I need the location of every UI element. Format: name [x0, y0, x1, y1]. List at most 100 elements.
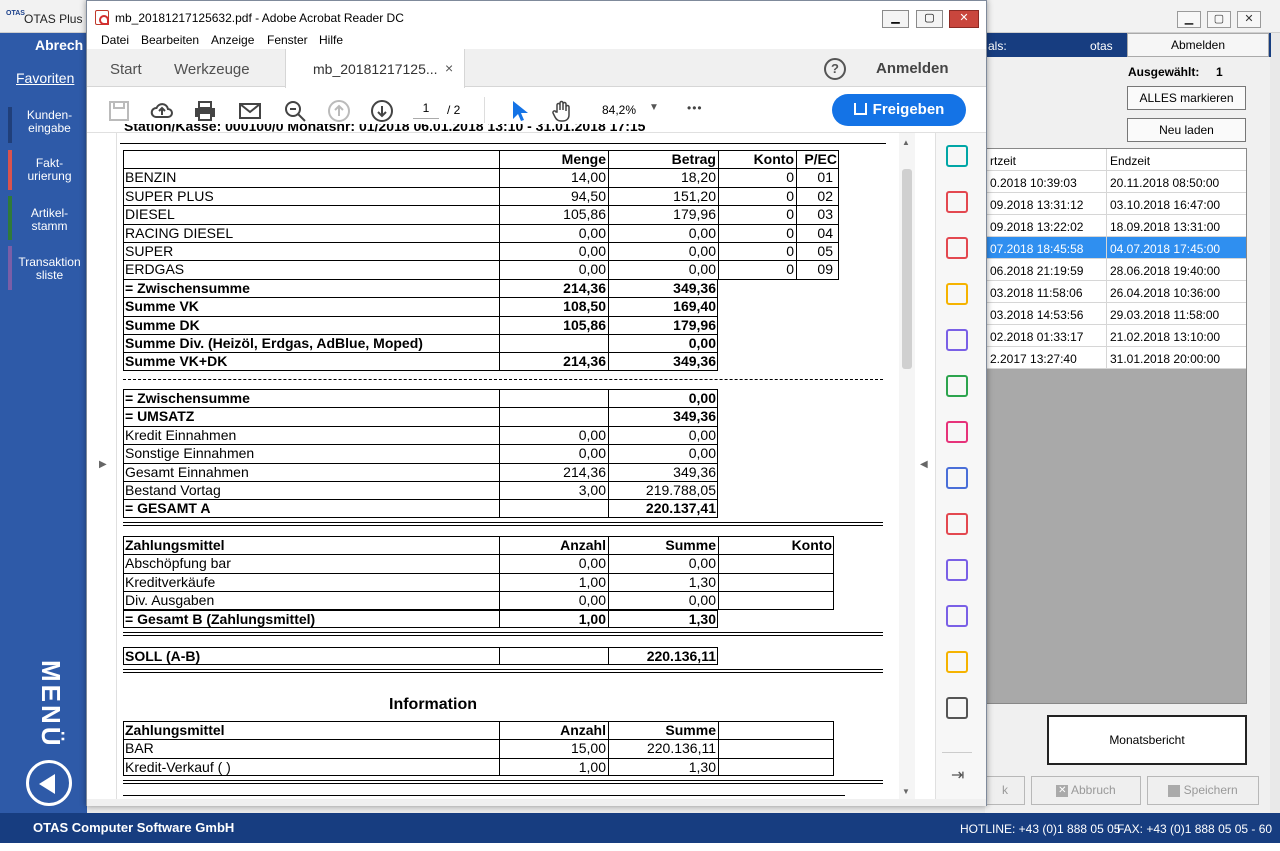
table-row[interactable]: 2.2017 13:27:40 31.01.2018 20:00:00	[986, 347, 1246, 369]
table-row[interactable]: 02.2018 01:33:17 21.02.2018 13:10:00	[986, 325, 1246, 347]
pdf-row-name: Div. Ausgaben	[125, 592, 215, 609]
acrobat-title: mb_20181217125632.pdf - Adobe Acrobat Re…	[115, 11, 404, 25]
send-comments-icon[interactable]	[946, 651, 968, 673]
pdf-row-betrag: 0,00	[688, 445, 716, 462]
otas-close-button[interactable]: ✕	[1237, 11, 1261, 28]
nav-artikelstamm[interactable]: Artikel-stamm	[8, 196, 87, 240]
fill-sign-icon[interactable]	[946, 605, 968, 627]
collapse-right-panel-icon[interactable]: ◀	[920, 459, 928, 470]
create-pdf-icon[interactable]	[946, 191, 968, 213]
table-header: rtzeit Endzeit	[986, 149, 1246, 171]
zoom-level[interactable]: 84,2%	[602, 103, 636, 117]
page-down-icon[interactable]	[370, 99, 394, 123]
ok-button[interactable]: k	[985, 776, 1025, 805]
zoom-search-icon[interactable]	[283, 99, 307, 123]
otas-maximize-button[interactable]: ▢	[1207, 11, 1231, 28]
speichern-label: Speichern	[1183, 783, 1238, 797]
menu-fenster[interactable]: Fenster	[267, 33, 308, 47]
cell-endzeit: 31.01.2018 20:00:00	[1110, 352, 1221, 366]
pdf-sum-menge: 108,50	[563, 298, 606, 315]
combine-files-icon[interactable]	[946, 329, 968, 351]
nav-label: Fakt-urierung	[27, 156, 72, 183]
compress-icon[interactable]	[946, 375, 968, 397]
protect-icon[interactable]	[946, 467, 968, 489]
table-row[interactable]: 03.2018 14:53:56 29.03.2018 11:58:00	[986, 303, 1246, 325]
export-pdf-icon[interactable]	[946, 145, 968, 167]
sign-icon[interactable]	[946, 559, 968, 581]
tools-divider	[942, 752, 972, 753]
collapse-tools-icon[interactable]: ⇥	[951, 765, 964, 785]
email-icon[interactable]	[238, 99, 262, 123]
column-header-endzeit[interactable]: Endzeit	[1110, 154, 1150, 168]
tab-werkzeuge[interactable]: Werkzeuge	[174, 61, 250, 78]
user-label: als:	[988, 39, 1007, 53]
pdf-sum-menge: 214,36	[563, 279, 606, 296]
tab-start[interactable]: Start	[110, 61, 142, 78]
pdf-row-betrag: 0,00	[688, 390, 716, 406]
freigeben-button[interactable]: Freigeben	[832, 94, 966, 126]
nav-fakturierung[interactable]: Fakt-urierung	[8, 150, 87, 190]
print-icon[interactable]	[193, 99, 217, 123]
pdf-row-betrag: 0,00	[688, 261, 716, 278]
close-tab-icon[interactable]: ×	[445, 60, 453, 76]
nav-transaktionsliste[interactable]: Transaktion sliste	[8, 246, 87, 290]
pdf-row-summe: 220.136,11	[646, 740, 716, 757]
pdf-row-summe: 1,30	[688, 573, 716, 590]
abbruch-button[interactable]: ✕ Abbruch	[1031, 776, 1141, 805]
pdf-row-name: Bestand Vortag	[125, 482, 221, 498]
table-row[interactable]: 03.2018 11:58:06 26.04.2018 10:36:00	[986, 281, 1246, 303]
anmelden-button[interactable]: Anmelden	[876, 60, 949, 77]
favoriten-link[interactable]: Favoriten	[16, 70, 74, 86]
menu-datei[interactable]: Datei	[101, 33, 129, 47]
upload-cloud-icon[interactable]	[150, 99, 174, 123]
cell-startzeit: 06.2018 21:19:59	[990, 264, 1084, 278]
acrobat-close-button[interactable]: ✕	[949, 10, 979, 28]
help-icon[interactable]: ?	[824, 58, 846, 80]
neu-laden-button[interactable]: Neu laden	[1127, 118, 1246, 142]
page-up-icon[interactable]	[327, 99, 351, 123]
hand-tool-icon[interactable]	[550, 99, 574, 123]
table-row[interactable]: 06.2018 21:19:59 28.06.2018 19:40:00	[986, 259, 1246, 281]
pdf-row-name: BENZIN	[125, 169, 177, 186]
table-row[interactable]: 07.2018 18:45:58 04.07.2018 17:45:00	[986, 237, 1246, 259]
menu-anzeige[interactable]: Anzeige	[211, 33, 254, 47]
comment-icon[interactable]	[946, 283, 968, 305]
scrollbar-thumb[interactable]	[902, 169, 912, 369]
page-total: / 2	[447, 103, 461, 117]
monatsbericht-button[interactable]: Monatsbericht	[1047, 715, 1247, 765]
pdf-row-konto: 0	[786, 206, 794, 223]
cell-endzeit: 28.06.2018 19:40:00	[1110, 264, 1221, 278]
scroll-down-icon[interactable]: ▼	[902, 787, 910, 796]
pdf-sum-betrag: 349,36	[673, 353, 716, 370]
table-row[interactable]: 09.2018 13:31:12 03.10.2018 16:47:00	[986, 193, 1246, 215]
alles-markieren-button[interactable]: ALLES markieren	[1127, 86, 1246, 110]
expand-left-panel-icon[interactable]: ▶	[99, 459, 107, 470]
select-cursor-icon[interactable]	[507, 99, 531, 123]
menu-label[interactable]: MENÜ	[36, 660, 66, 749]
acrobat-minimize-button[interactable]: ▁	[882, 10, 909, 28]
otas-minimize-button[interactable]: ▁	[1177, 11, 1201, 28]
nav-kundeneingabe[interactable]: Kunden-eingabe	[8, 107, 87, 143]
pdf-row-pec: 02	[817, 187, 833, 204]
more-tools-wrench-icon[interactable]	[946, 697, 968, 719]
pdf-fill-icon[interactable]	[946, 513, 968, 535]
page-number-input[interactable]: 1	[413, 101, 439, 119]
back-arrow-icon[interactable]	[26, 760, 72, 806]
scroll-up-icon[interactable]: ▲	[902, 138, 910, 147]
more-tools-icon[interactable]: •••	[687, 101, 703, 115]
organize-pages-icon[interactable]	[946, 237, 968, 259]
abmelden-button[interactable]: Abmelden	[1127, 33, 1269, 57]
pdf-row-betrag: 219.788,05	[645, 482, 716, 498]
menu-bearbeiten[interactable]: Bearbeiten	[141, 33, 199, 47]
edit-pdf-icon[interactable]	[946, 421, 968, 443]
chevron-down-icon[interactable]: ▼	[649, 102, 659, 113]
menu-hilfe[interactable]: Hilfe	[319, 33, 343, 47]
column-header-startzeit[interactable]: rtzeit	[990, 154, 1016, 168]
cell-endzeit: 21.02.2018 13:10:00	[1110, 330, 1221, 344]
speichern-button[interactable]: Speichern	[1147, 776, 1259, 805]
save-icon[interactable]	[107, 99, 131, 123]
table-row[interactable]: 09.2018 13:22:02 18.09.2018 13:31:00	[986, 215, 1246, 237]
acrobat-maximize-button[interactable]: ▢	[916, 10, 943, 28]
table-row[interactable]: 0.2018 10:39:03 20.11.2018 08:50:00	[986, 171, 1246, 193]
cell-endzeit: 04.07.2018 17:45:00	[1110, 242, 1221, 256]
